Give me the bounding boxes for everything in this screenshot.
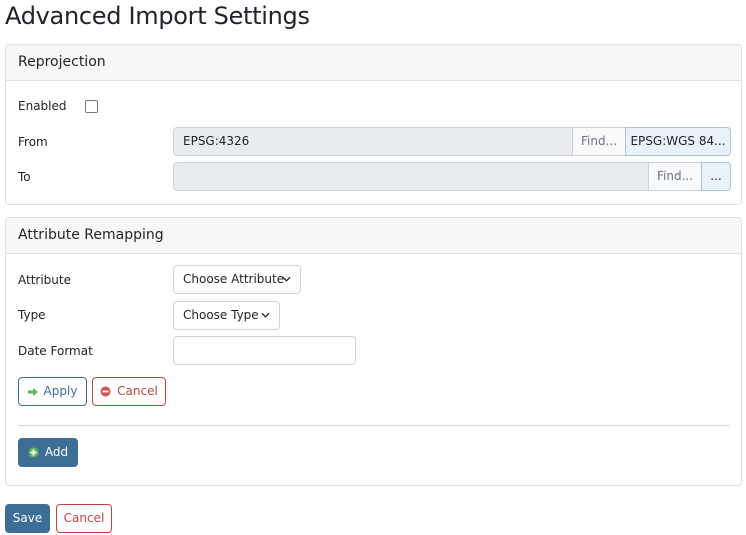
add-label: Add <box>44 445 69 459</box>
footer-cancel-label: Cancel <box>63 511 105 525</box>
from-input-group: EPSG:4326 Find... EPSG:WGS 84... <box>173 127 731 156</box>
plus-circle-icon <box>28 447 39 458</box>
cancel-circle-icon <box>100 386 111 397</box>
to-label: To <box>18 170 31 184</box>
attribute-select[interactable]: Choose Attribute <box>173 265 301 294</box>
type-select-value: Choose Type <box>183 308 259 322</box>
from-input[interactable]: EPSG:4326 <box>173 127 572 156</box>
from-label: From <box>18 135 48 149</box>
date-format-input[interactable] <box>173 336 356 365</box>
date-format-label: Date Format <box>18 344 93 358</box>
save-button[interactable]: Save <box>5 504 50 533</box>
enabled-checkbox[interactable] <box>85 100 98 113</box>
add-button[interactable]: Add <box>18 438 78 467</box>
arrow-right-icon <box>27 387 38 396</box>
apply-button[interactable]: Apply <box>18 377 87 406</box>
reprojection-header: Reprojection <box>6 45 741 81</box>
from-find-field[interactable]: Find... <box>572 127 625 156</box>
remap-cancel-button[interactable]: Cancel <box>92 377 166 406</box>
type-select[interactable]: Choose Type <box>173 301 280 330</box>
footer-cancel-button[interactable]: Cancel <box>56 504 112 533</box>
chevron-down-icon <box>282 276 291 282</box>
save-label: Save <box>12 511 43 525</box>
page-title: Advanced Import Settings <box>5 2 310 30</box>
to-input-group: Find... ... <box>173 162 731 191</box>
type-label: Type <box>18 308 46 322</box>
attribute-remapping-card: Attribute Remapping Attribute Choose Att… <box>5 217 742 486</box>
section-divider <box>18 425 729 426</box>
to-input[interactable] <box>173 162 648 191</box>
reprojection-card: Reprojection Enabled From EPSG:4326 Find… <box>5 44 742 205</box>
from-crs-button[interactable]: EPSG:WGS 84... <box>625 127 731 156</box>
to-crs-button[interactable]: ... <box>701 162 731 191</box>
attribute-label: Attribute <box>18 273 71 287</box>
apply-label: Apply <box>43 384 78 398</box>
chevron-down-icon <box>261 312 270 318</box>
to-find-field[interactable]: Find... <box>648 162 701 191</box>
attribute-remapping-header: Attribute Remapping <box>6 218 741 254</box>
enabled-label: Enabled <box>18 99 67 113</box>
remap-cancel-label: Cancel <box>117 384 158 398</box>
attribute-select-value: Choose Attribute <box>183 272 285 286</box>
